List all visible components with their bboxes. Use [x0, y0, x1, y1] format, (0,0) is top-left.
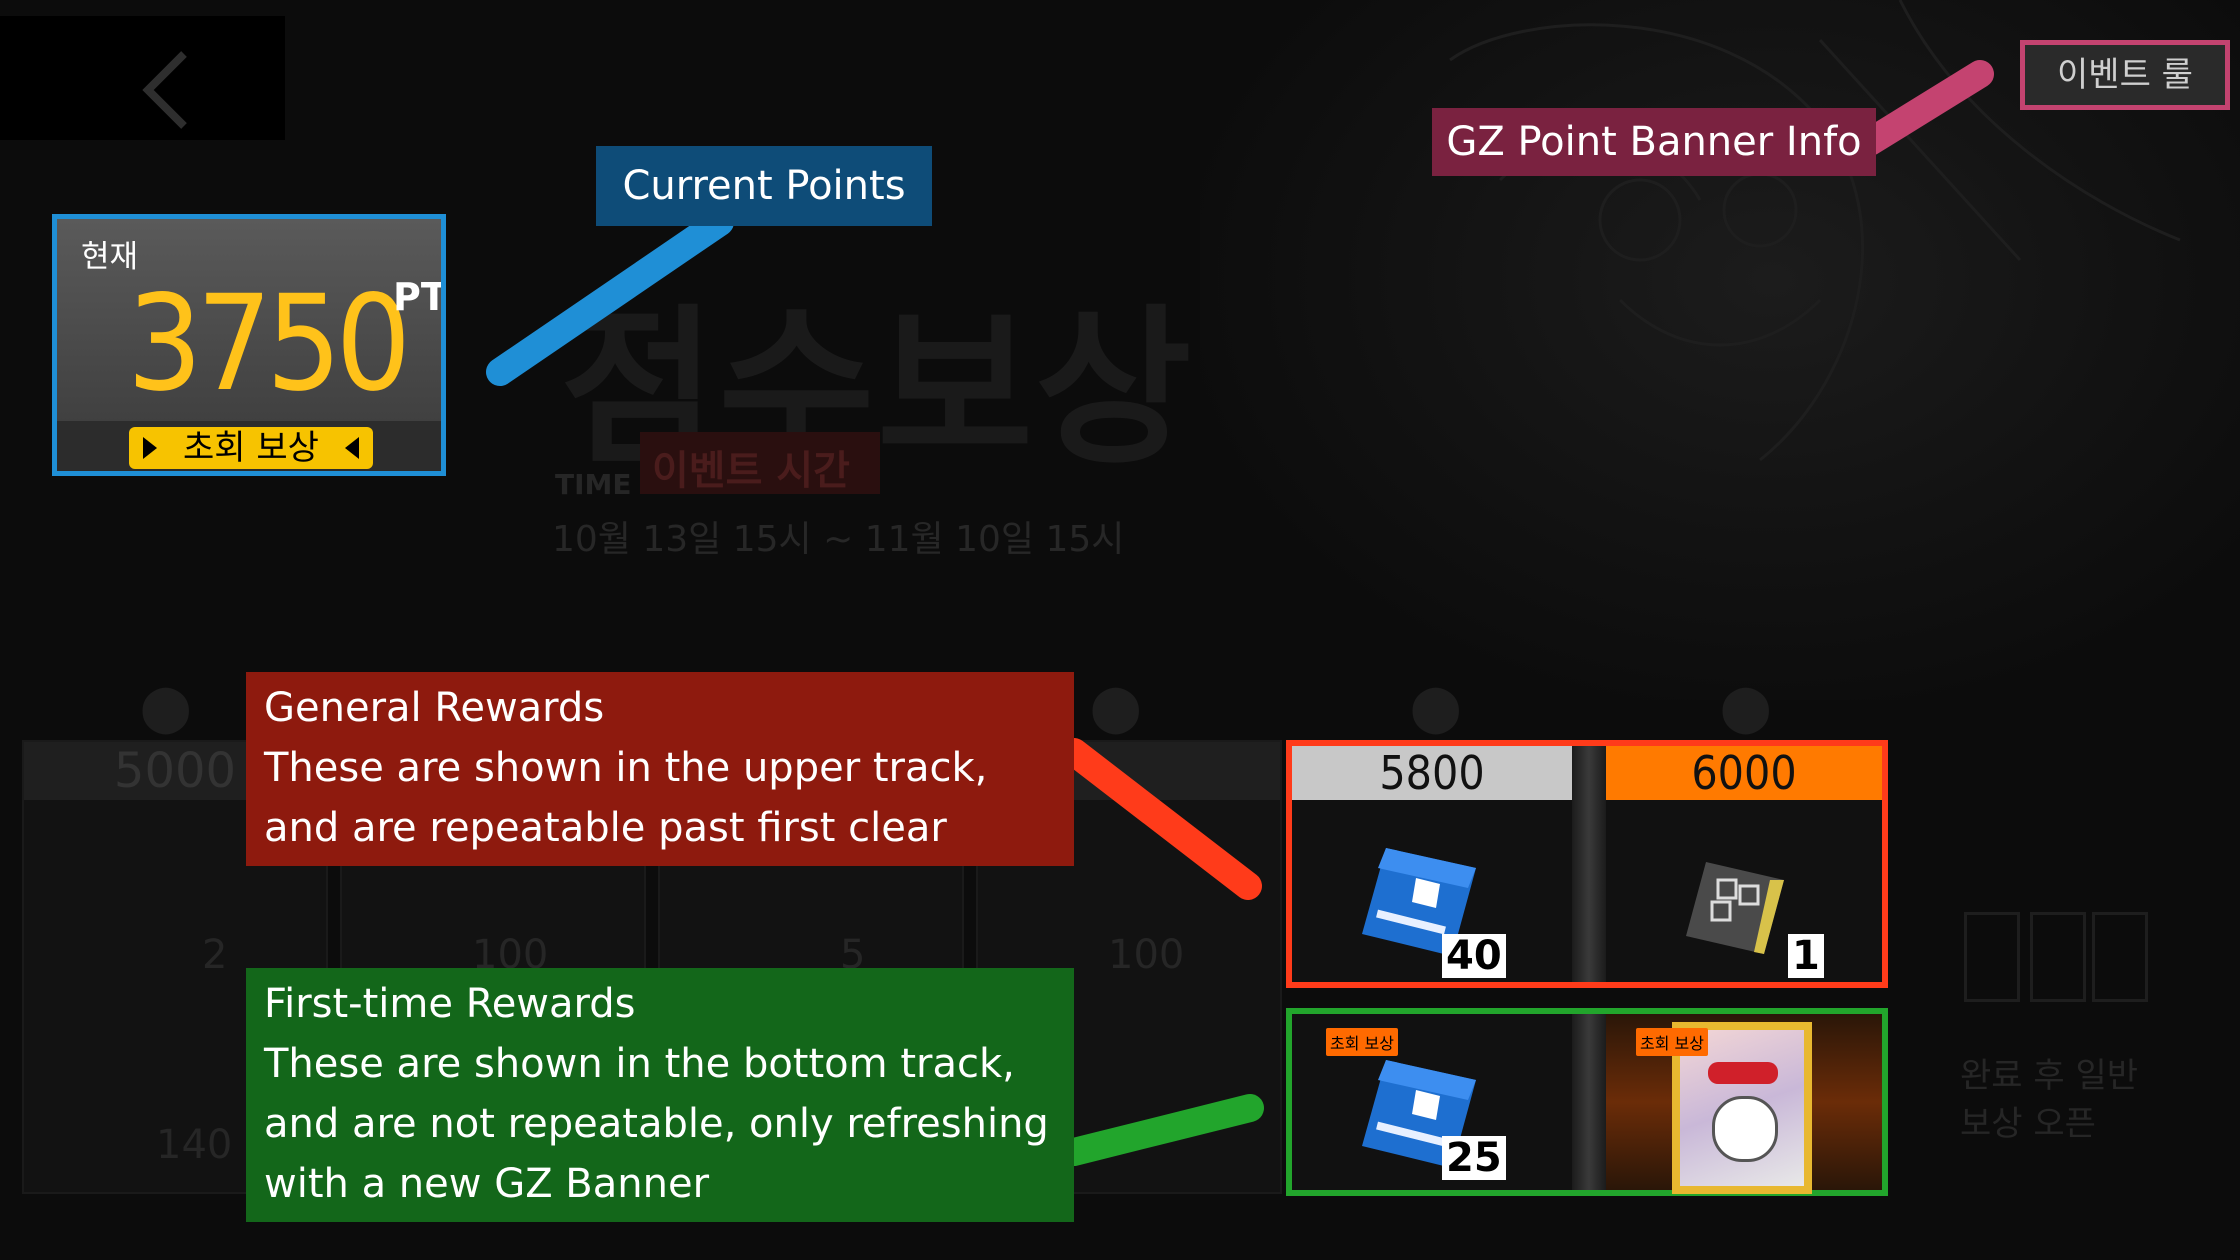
first-time-title: First-time Rewards	[264, 981, 636, 1027]
reward-score: 6000	[1606, 746, 1882, 800]
reward-qty: 25	[1442, 1136, 1506, 1180]
current-points-connector	[486, 208, 734, 386]
gray-card-icon	[1686, 862, 1784, 954]
track-divider	[1572, 746, 1606, 982]
general-rewards-annotation: General Rewards These are shown in the u…	[246, 672, 1074, 866]
first-time-line3: with a new GZ Banner	[264, 1161, 710, 1207]
gz-banner-annotation: GZ Point Banner Info	[1432, 108, 1876, 176]
reward-cell[interactable]: 5800 40	[1292, 746, 1572, 982]
first-time-line1: These are shown in the bottom track,	[264, 1041, 1015, 1087]
first-time-connector	[1060, 1094, 1264, 1166]
points-value: 3750	[127, 267, 411, 421]
general-rewards-title: General Rewards	[264, 685, 605, 731]
reward-cell[interactable]: 6000 1	[1606, 746, 1882, 982]
current-points-panel: 현재 3750 PT 초회 보상	[52, 214, 446, 476]
reward-score: 5800	[1292, 746, 1572, 800]
reward-cell[interactable]: 초회 보상	[1606, 1014, 1882, 1194]
general-rewards-line1: These are shown in the upper track,	[264, 745, 988, 791]
first-clear-label: 초회 보상	[183, 428, 319, 468]
track-divider	[1572, 1014, 1606, 1190]
gz-banner-connector	[1856, 60, 1994, 156]
lower-rewards-track: 초회 보상 25 초회 보상	[1286, 1008, 1888, 1196]
reward-qty: 1	[1788, 934, 1824, 978]
points-strip: 초회 보상	[57, 421, 441, 471]
first-clear-rewards-button[interactable]: 초회 보상	[129, 427, 373, 469]
event-rules-button[interactable]: 이벤트 룰	[2020, 40, 2230, 110]
arrow-right-icon	[143, 437, 157, 459]
first-clear-tag: 초회 보상	[1636, 1028, 1708, 1056]
reward-cell[interactable]: 초회 보상 25	[1292, 1014, 1572, 1190]
first-time-line2: and are not repeatable, only refreshing	[264, 1101, 1049, 1147]
points-unit: PT	[393, 275, 446, 319]
general-rewards-line2: and are repeatable past first clear	[264, 805, 947, 851]
arrow-left-icon	[345, 437, 359, 459]
upper-rewards-track: 5800 40 6000 1	[1286, 740, 1888, 988]
reward-qty: 40	[1442, 934, 1506, 978]
current-points-annotation: Current Points	[596, 146, 932, 226]
general-rewards-connector	[1060, 738, 1262, 900]
first-time-rewards-annotation: First-time Rewards These are shown in th…	[246, 968, 1074, 1222]
